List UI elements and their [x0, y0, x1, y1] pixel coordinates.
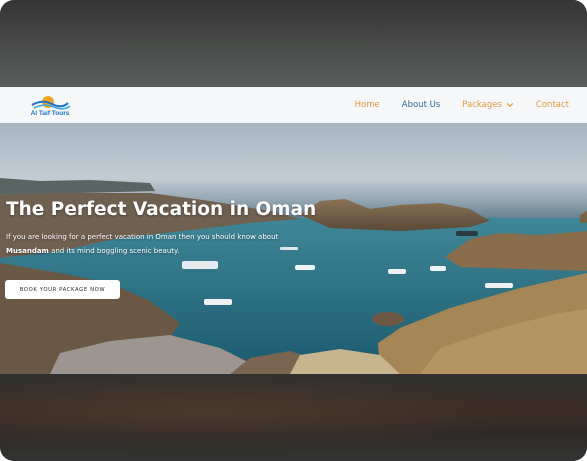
nav-home-label: Home — [354, 100, 380, 110]
nav-about-us-label: About Us — [401, 100, 441, 110]
browser-frame: Al Taif Tours Home About Us Packages Con… — [0, 0, 587, 461]
nav-contact[interactable]: Contact — [536, 100, 569, 110]
nav-about-us[interactable]: About Us — [402, 100, 440, 110]
main-nav: Home About Us Packages Contact — [333, 87, 569, 123]
site-header: Al Taif Tours Home About Us Packages Con… — [0, 87, 587, 124]
nav-packages[interactable]: Packages — [462, 100, 514, 110]
book-package-button[interactable]: BOOK YOUR PACKAGE NOW — [5, 280, 120, 299]
hero-desc-line1: If you are looking for a perfect vacatio… — [6, 233, 279, 241]
hero-banner: The Perfect Vacation in Oman If you are … — [0, 123, 587, 374]
hero-title: The Perfect Vacation in Oman — [6, 199, 317, 220]
site-logo[interactable]: Al Taif Tours — [28, 93, 72, 119]
hero-desc-bold: Musandam — [6, 247, 49, 255]
nav-contact-label: Contact — [535, 100, 569, 110]
blurred-top-backdrop — [0, 0, 587, 87]
chevron-down-icon — [506, 103, 513, 108]
sun-wave-logo-icon — [31, 96, 71, 110]
nav-packages-label: Packages — [462, 100, 502, 110]
nav-home[interactable]: Home — [355, 100, 380, 110]
hero-desc-line2: and its mind boggling scenic beauty. — [48, 247, 180, 255]
hero-description: If you are looking for a perfect vacatio… — [6, 230, 336, 258]
logo-text: Al Taif Tours — [30, 110, 70, 117]
blurred-bottom-backdrop — [0, 374, 587, 461]
